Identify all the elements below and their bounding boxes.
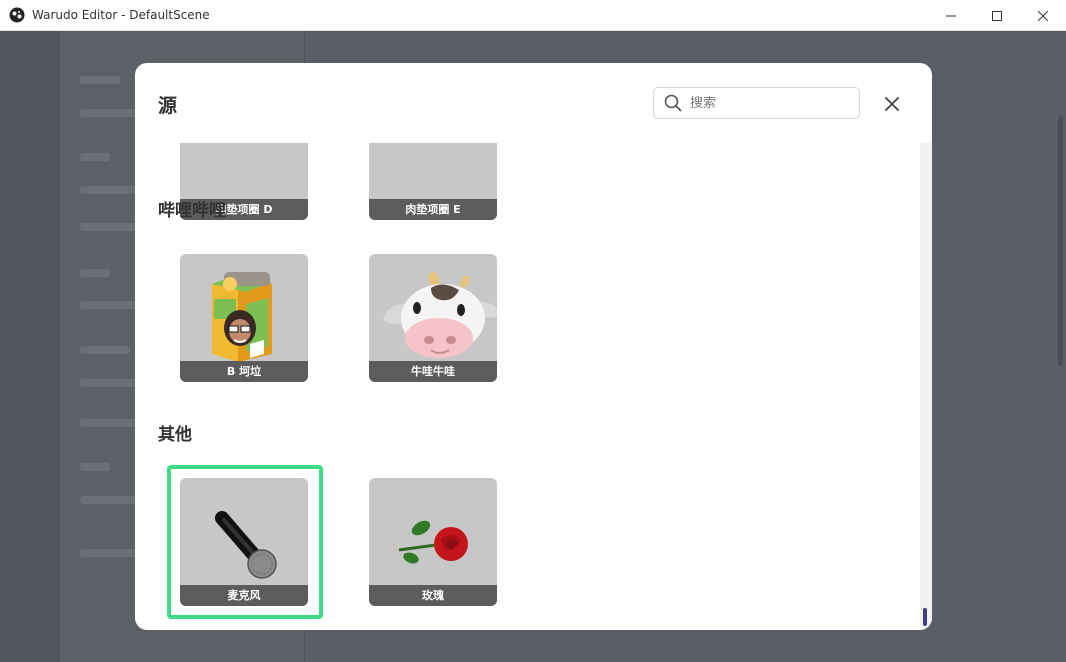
maximize-button[interactable] [974,0,1020,31]
search-icon [664,94,682,112]
source-list[interactable]: 肉垫项圈 D 肉垫项圈 E 哔哩哔哩 B 坷垃 牛哇牛哇 其他 麦克风 玫瑰 [135,143,920,630]
source-card[interactable]: 牛哇牛哇 [369,254,497,382]
source-card-label: B 坷垃 [180,361,308,382]
dialog-scrollbar[interactable] [920,143,932,630]
rose-icon [398,520,468,564]
juice-box-character-icon [212,272,272,362]
warudo-logo-icon [9,7,25,23]
bg-placeholder [80,496,140,504]
minimize-icon [946,15,956,16]
bg-placeholder [80,463,110,471]
bg-placeholder [80,186,140,194]
window-title: Warudo Editor - DefaultScene [32,8,210,22]
editor-scrollbar [1058,116,1063,366]
window-titlebar: Warudo Editor - DefaultScene [0,0,1066,31]
source-card[interactable]: 肉垫项圈 E [369,143,497,220]
window-controls [928,0,1066,31]
section-title: 其他 [158,425,192,445]
source-card-label: 玫瑰 [369,585,497,606]
bg-placeholder [80,346,130,354]
cow-icon [383,272,497,358]
source-card-label: 麦克风 [180,585,308,606]
dialog-title: 源 [158,95,178,117]
bg-placeholder [80,76,120,84]
minimize-button[interactable] [928,0,974,31]
bg-placeholder [80,269,110,277]
dialog-close-button[interactable] [880,92,904,116]
source-card[interactable]: B 坷垃 [180,254,308,382]
close-icon [885,97,899,111]
source-card[interactable]: 麦克风 [180,478,308,606]
source-card-label: 牛哇牛哇 [369,361,497,382]
source-card[interactable]: 玫瑰 [369,478,497,606]
search-box[interactable] [653,87,860,119]
section-title: 哔哩哔哩 [158,201,226,221]
maximize-icon [992,10,1002,21]
source-card-label: 肉垫项圈 E [369,199,497,220]
scrollbar-thumb[interactable] [923,608,927,626]
window-close-button[interactable] [1020,0,1066,31]
close-icon [1038,10,1048,21]
bg-placeholder [80,153,110,161]
editor-toolbar-strip [0,31,60,662]
search-input[interactable] [690,95,850,111]
source-picker-dialog: 源 肉垫项圈 D 肉垫项圈 E 哔哩哔哩 [135,63,932,630]
microphone-icon [215,511,277,579]
